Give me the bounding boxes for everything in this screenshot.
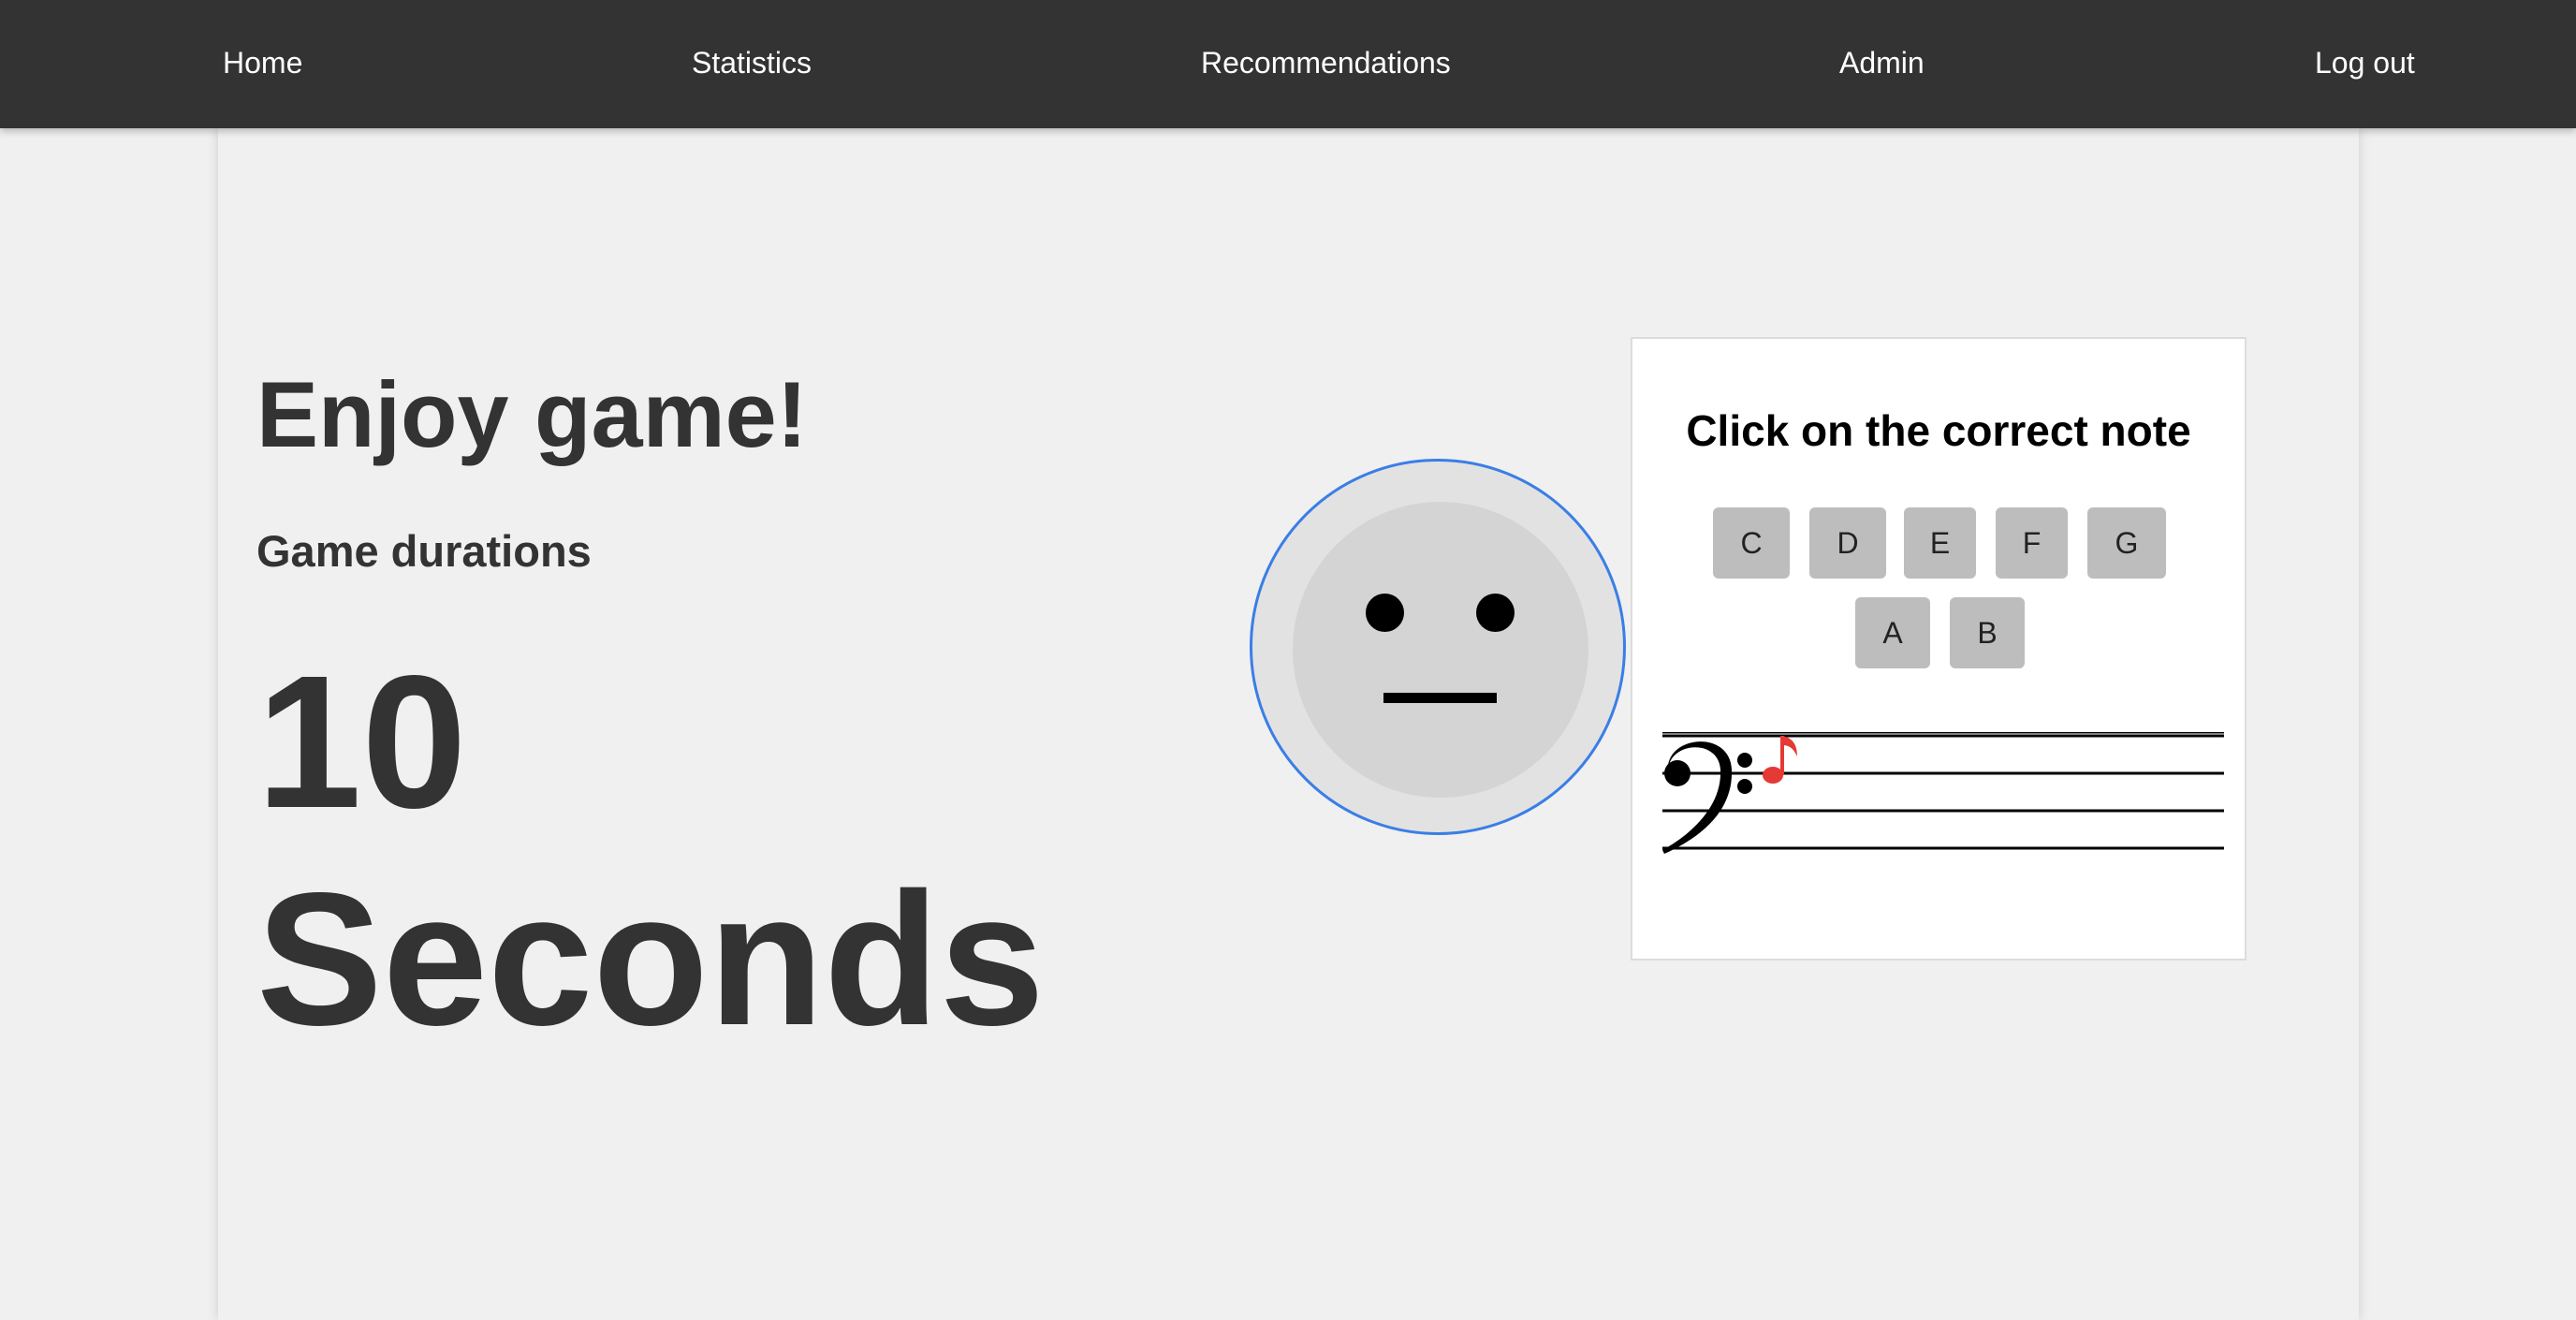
note-button-f[interactable]: F bbox=[1996, 507, 2068, 579]
game-instruction: Click on the correct note bbox=[1686, 406, 2191, 455]
game-duration-label: Game durations bbox=[256, 526, 592, 576]
note-game-panel: Click on the correct note C D E F G A B bbox=[1631, 337, 2247, 961]
nav-statistics-link[interactable]: Statistics bbox=[692, 0, 812, 125]
note-button-e[interactable]: E bbox=[1904, 507, 1976, 579]
game-duration-value: 10 bbox=[256, 636, 467, 847]
face-background bbox=[1293, 502, 1588, 798]
note-button-d[interactable]: D bbox=[1809, 507, 1886, 579]
nav-admin-link[interactable]: Admin bbox=[1839, 0, 1925, 125]
target-note-icon bbox=[1763, 736, 1797, 784]
mouth bbox=[1383, 693, 1497, 703]
game-duration-display: 10 Seconds bbox=[256, 633, 1045, 1067]
nav-logout-link[interactable]: Log out bbox=[2315, 0, 2415, 125]
note-button-a[interactable]: A bbox=[1855, 597, 1930, 668]
page-title: Enjoy game! bbox=[256, 362, 808, 466]
note-button-c[interactable]: C bbox=[1713, 507, 1790, 579]
left-eye bbox=[1366, 594, 1404, 632]
note-button-g[interactable]: G bbox=[2087, 507, 2166, 579]
nav-home-link[interactable]: Home bbox=[223, 0, 302, 125]
bass-clef-icon bbox=[1662, 741, 1752, 854]
note-button-b[interactable]: B bbox=[1950, 597, 2025, 668]
music-staff bbox=[1662, 732, 2224, 854]
neutral-face-icon bbox=[1250, 459, 1626, 835]
top-nav: Home Statistics Recommendations Admin Lo… bbox=[0, 0, 2576, 128]
right-eye bbox=[1476, 594, 1515, 632]
game-duration-unit: Seconds bbox=[256, 853, 1045, 1064]
nav-recommendations-link[interactable]: Recommendations bbox=[1201, 0, 1451, 125]
